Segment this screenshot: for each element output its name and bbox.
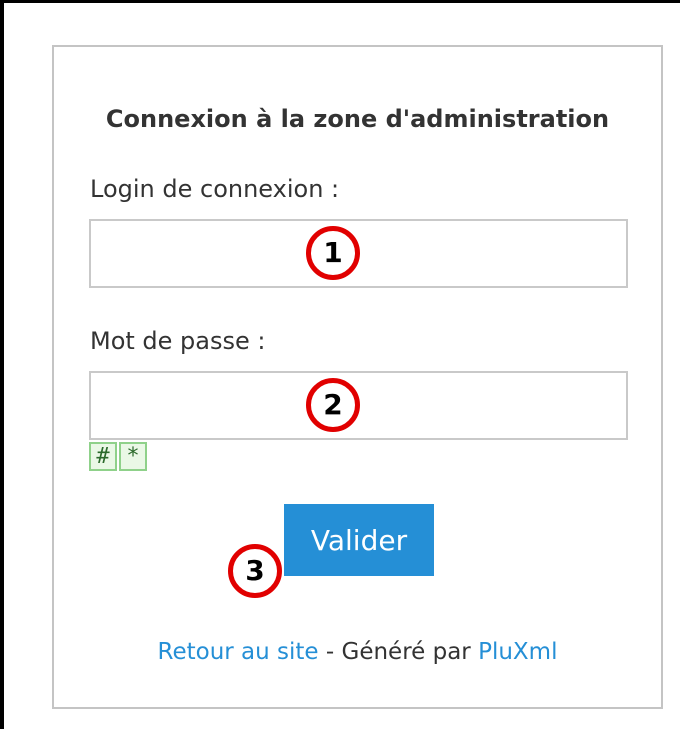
window-frame: Connexion à la zone d'administration Log… (0, 0, 680, 729)
footer-text: - Généré par (318, 639, 479, 665)
pluxml-link[interactable]: PluXml (478, 639, 557, 665)
hide-password-toggle[interactable]: * (119, 442, 147, 471)
password-label: Mot de passe : (90, 327, 266, 355)
back-to-site-link[interactable]: Retour au site (158, 639, 319, 665)
login-label: Login de connexion : (90, 175, 340, 203)
page-title: Connexion à la zone d'administration (105, 105, 610, 133)
login-panel: Connexion à la zone d'administration Log… (52, 45, 663, 709)
annotation-marker-2: 2 (306, 378, 360, 432)
footer: Retour au site - Généré par PluXml (54, 639, 661, 665)
annotation-marker-1: 1 (306, 226, 360, 280)
submit-button[interactable]: Valider (284, 504, 434, 576)
annotation-marker-3: 3 (228, 544, 282, 598)
show-password-toggle[interactable]: # (89, 442, 117, 471)
